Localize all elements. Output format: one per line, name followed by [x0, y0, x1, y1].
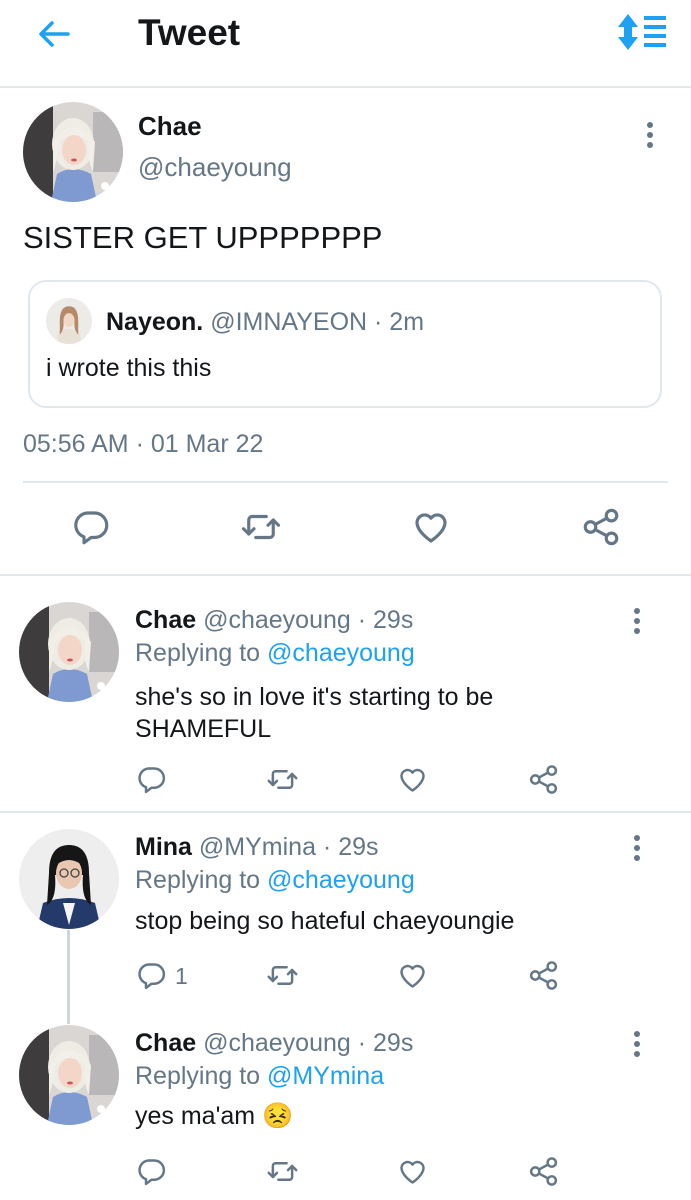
more-icon[interactable] — [634, 608, 642, 638]
timestamp: 05:56 AM · 01 Mar 22 — [23, 430, 264, 458]
share-icon[interactable] — [527, 1155, 560, 1188]
replying-handle-link[interactable]: @chaeyoung — [267, 639, 415, 667]
reply-icon[interactable] — [70, 506, 112, 548]
tweet-text: SISTER GET UPPPPPPP — [23, 220, 383, 255]
reply-text-line: she's so in love it's starting to be — [135, 683, 494, 711]
more-icon[interactable] — [634, 835, 642, 865]
author-meta: @chaeyoung · 29s — [203, 1029, 414, 1057]
persevering-face-emoji: 😣 — [262, 1102, 294, 1130]
more-icon[interactable] — [634, 1031, 642, 1061]
share-icon[interactable] — [580, 506, 622, 548]
retweet-icon[interactable] — [266, 959, 299, 992]
reply-icon[interactable] — [135, 1155, 168, 1188]
replying-to: Replying to @chaeyoung — [135, 639, 415, 668]
author-name[interactable]: Chae — [138, 111, 202, 142]
retweet-icon[interactable] — [266, 763, 299, 796]
quoted-avatar — [46, 298, 92, 344]
avatar[interactable] — [19, 602, 119, 702]
quoted-text: i wrote this this — [46, 354, 212, 382]
replying-to: Replying to @MYmina — [135, 1062, 384, 1091]
author-name[interactable]: Chae — [135, 606, 196, 634]
quoted-author-name: Nayeon. — [106, 308, 204, 336]
divider — [0, 811, 691, 813]
avatar[interactable] — [19, 829, 119, 929]
reply-text: stop being so hateful chaeyoungie — [135, 907, 515, 935]
top-bar: Tweet — [0, 0, 691, 88]
quoted-tweet[interactable]: Nayeon. @IMNAYEON · 2m i wrote this this — [28, 280, 662, 408]
avatar[interactable] — [19, 1025, 119, 1125]
replying-handle-link[interactable]: @MYmina — [267, 1062, 384, 1090]
reply-text: yes ma'am 😣 — [135, 1102, 293, 1131]
reply-text: she's so in love it's starting to be SHA… — [135, 681, 493, 745]
author-meta: @chaeyoung · 29s — [203, 606, 414, 634]
reply-icon[interactable] — [135, 763, 168, 796]
replying-label: Replying to — [135, 1062, 268, 1090]
retweet-icon[interactable] — [266, 1155, 299, 1188]
replying-label: Replying to — [135, 866, 268, 894]
reply-text-body: yes ma'am — [135, 1102, 256, 1130]
like-icon[interactable] — [396, 959, 429, 992]
like-icon[interactable] — [410, 506, 452, 548]
divider — [0, 574, 691, 576]
reply-text-line: SHAMEFUL — [135, 715, 272, 743]
reply-icon[interactable] — [135, 959, 168, 992]
divider — [23, 481, 668, 483]
share-icon[interactable] — [527, 959, 560, 992]
author-meta: @MYmina · 29s — [198, 833, 379, 861]
like-icon[interactable] — [396, 1155, 429, 1188]
back-arrow-icon[interactable] — [34, 14, 74, 54]
like-icon[interactable] — [396, 763, 429, 796]
author-handle[interactable]: @chaeyoung — [138, 152, 292, 183]
more-icon[interactable] — [647, 122, 655, 152]
quoted-author-meta: @IMNAYEON · 2m — [210, 308, 425, 336]
author-name[interactable]: Mina — [135, 833, 192, 861]
replying-label: Replying to — [135, 639, 268, 667]
avatar[interactable] — [23, 102, 123, 202]
retweet-icon[interactable] — [240, 506, 282, 548]
reply-count: 1 — [175, 963, 188, 989]
share-icon[interactable] — [527, 763, 560, 796]
replying-to: Replying to @chaeyoung — [135, 866, 415, 895]
sort-icon[interactable] — [618, 13, 670, 51]
author-name[interactable]: Chae — [135, 1029, 196, 1057]
replying-handle-link[interactable]: @chaeyoung — [267, 866, 415, 894]
thread-line — [67, 930, 70, 1024]
page-title: Tweet — [138, 12, 241, 53]
